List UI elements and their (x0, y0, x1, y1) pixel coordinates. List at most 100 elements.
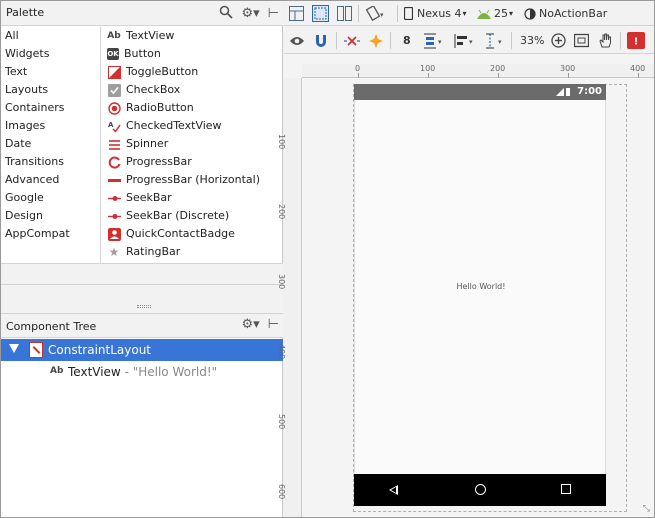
category-advanced[interactable]: Advanced (1, 171, 100, 189)
palette-item-label: RatingBar (126, 245, 181, 258)
infer-constraints-icon[interactable] (368, 32, 384, 49)
palette-item-textview[interactable]: Ab TextView (102, 27, 283, 45)
palette-item-label: QuickContactBadge (126, 227, 235, 240)
orientation-icon[interactable]: ▾ (366, 5, 386, 22)
constraintlayout-icon (29, 342, 43, 358)
status-time: 7:00 (577, 86, 602, 97)
toolbar-separator (620, 32, 621, 49)
clear-constraints-icon[interactable] (344, 32, 360, 49)
palette-item-progressbar-horizontal[interactable]: ProgressBar (Horizontal) (102, 171, 283, 189)
ruler-label: 600 (277, 484, 286, 500)
eye-icon[interactable] (289, 32, 305, 49)
category-transitions[interactable]: Transitions (1, 153, 100, 171)
palette-item-radiobutton[interactable]: RadioButton (102, 99, 283, 117)
category-date[interactable]: Date (1, 135, 100, 153)
device-screen[interactable]: Hello World! (354, 100, 606, 474)
category-design[interactable]: Design (1, 207, 100, 225)
align-icon[interactable]: ▾ (454, 32, 476, 49)
ruler-label: 400 (630, 64, 646, 73)
api-selector[interactable]: 25 ▾ (476, 5, 513, 22)
tree-node-label: ConstraintLayout (48, 343, 152, 357)
toolbar-separator (397, 5, 398, 22)
default-margin[interactable]: 8 (403, 32, 411, 49)
palette-item-checkbox[interactable]: CheckBox (102, 81, 283, 99)
toggle-icon (107, 65, 121, 79)
palette-item-seekbar[interactable]: SeekBar (102, 189, 283, 207)
theme-label: NoActionBar (539, 7, 608, 20)
gear-icon[interactable]: ⚙▾ (241, 7, 259, 21)
palette-item-spinner[interactable]: Spinner (102, 135, 283, 153)
palette-item-seekbar-discrete[interactable]: SeekBar (Discrete) (102, 207, 283, 225)
contact-badge-icon (107, 227, 121, 241)
pack-icon[interactable]: ▾ (423, 32, 445, 49)
home-icon (475, 484, 486, 495)
ruler-tick (358, 73, 359, 78)
palette-item-label: SeekBar (126, 191, 172, 204)
ruler-label: 500 (277, 414, 286, 430)
pin-icon[interactable]: ⊢ (268, 7, 279, 21)
gear-icon[interactable]: ⚙▾ (241, 318, 259, 332)
toolbar-separator (511, 32, 512, 49)
category-widgets[interactable]: Widgets (1, 45, 100, 63)
tree-node-value: - "Hello World!" (120, 365, 218, 379)
palette-item-checkedtextview[interactable]: A CheckedTextView (102, 117, 283, 135)
ruler-label: 0 (355, 64, 361, 73)
pin-icon[interactable]: ⊢ (268, 318, 279, 332)
star-icon: ★ (108, 245, 120, 259)
component-tree-header: Component Tree ⚙▾ ⊢ (1, 313, 283, 338)
category-images[interactable]: Images (1, 117, 100, 135)
search-icon[interactable] (219, 5, 234, 23)
category-layouts[interactable]: Layouts (1, 81, 100, 99)
design-canvas[interactable]: 7:00 Hello World! ⤡ (303, 79, 654, 517)
magnet-icon[interactable] (314, 32, 328, 49)
theme-icon (524, 7, 536, 20)
blueprint-view-icon[interactable] (312, 5, 329, 22)
zoom-fit-icon[interactable] (574, 32, 589, 49)
tree-node-textview[interactable]: Ab TextView - "Hello World!" (1, 362, 283, 382)
ruler-tick (498, 73, 499, 78)
design-view-icon[interactable] (289, 5, 304, 22)
palette-item-button[interactable]: OK Button (102, 45, 283, 63)
expand-triangle-icon[interactable] (9, 344, 19, 353)
editor-toolbar-top: ▾ Nexus 4 ▾ 25 ▾ NoActionBar (284, 1, 654, 26)
error-badge-icon[interactable]: ! (627, 32, 645, 49)
api-label: 25 (494, 7, 508, 20)
guidelines-icon[interactable]: ▾ (484, 32, 506, 49)
palette-item-quickcontactbadge[interactable]: QuickContactBadge (102, 225, 283, 243)
progress-icon (107, 155, 121, 169)
palette-header-actions: ⚙▾ ⊢ (219, 5, 279, 23)
category-all[interactable]: All (1, 27, 100, 45)
ruler-vertical: 100 200 300 400 500 600 (277, 78, 302, 517)
device-selector[interactable]: Nexus 4 ▾ (404, 5, 467, 22)
palette-item-togglebutton[interactable]: ToggleButton (102, 63, 283, 81)
theme-selector[interactable]: NoActionBar (524, 5, 607, 22)
splitter-grip-icon[interactable] (137, 305, 151, 308)
palette-item-progressbar[interactable]: ProgressBar (102, 153, 283, 171)
palette-header: Palette ⚙▾ ⊢ (1, 1, 283, 26)
svg-text:▾: ▾ (380, 11, 384, 19)
hello-world-textview[interactable]: Hello World! (355, 282, 607, 291)
recents-icon (561, 484, 571, 494)
palette-item-ratingbar[interactable]: ★ RatingBar (102, 243, 283, 261)
checked-text-icon: A (107, 119, 121, 133)
tree-node-constraintlayout[interactable]: ConstraintLayout (1, 339, 283, 361)
category-appcompat[interactable]: AppCompat (1, 225, 100, 243)
checkbox-icon (107, 83, 121, 97)
panel-splitter[interactable] (1, 263, 283, 313)
splitter-line (1, 284, 283, 285)
pan-icon[interactable] (598, 32, 613, 49)
category-containers[interactable]: Containers (1, 99, 100, 117)
category-google[interactable]: Google (1, 189, 100, 207)
split-view-icon[interactable] (337, 5, 352, 22)
category-text[interactable]: Text (1, 63, 100, 81)
palette-items: Ab TextView OK Button ToggleButton Check… (102, 27, 283, 263)
palette-title: Palette (6, 6, 45, 19)
ruler-tick (568, 73, 569, 78)
resize-handle-icon[interactable]: ⤡ (643, 504, 650, 514)
svg-text:A: A (108, 121, 114, 129)
ruler-label: 100 (277, 134, 286, 150)
zoom-in-icon[interactable] (551, 32, 566, 49)
palette-item-label: ProgressBar (Horizontal) (126, 173, 260, 186)
phone-icon (404, 7, 413, 20)
component-tree-actions: ⚙▾ ⊢ (241, 318, 279, 332)
